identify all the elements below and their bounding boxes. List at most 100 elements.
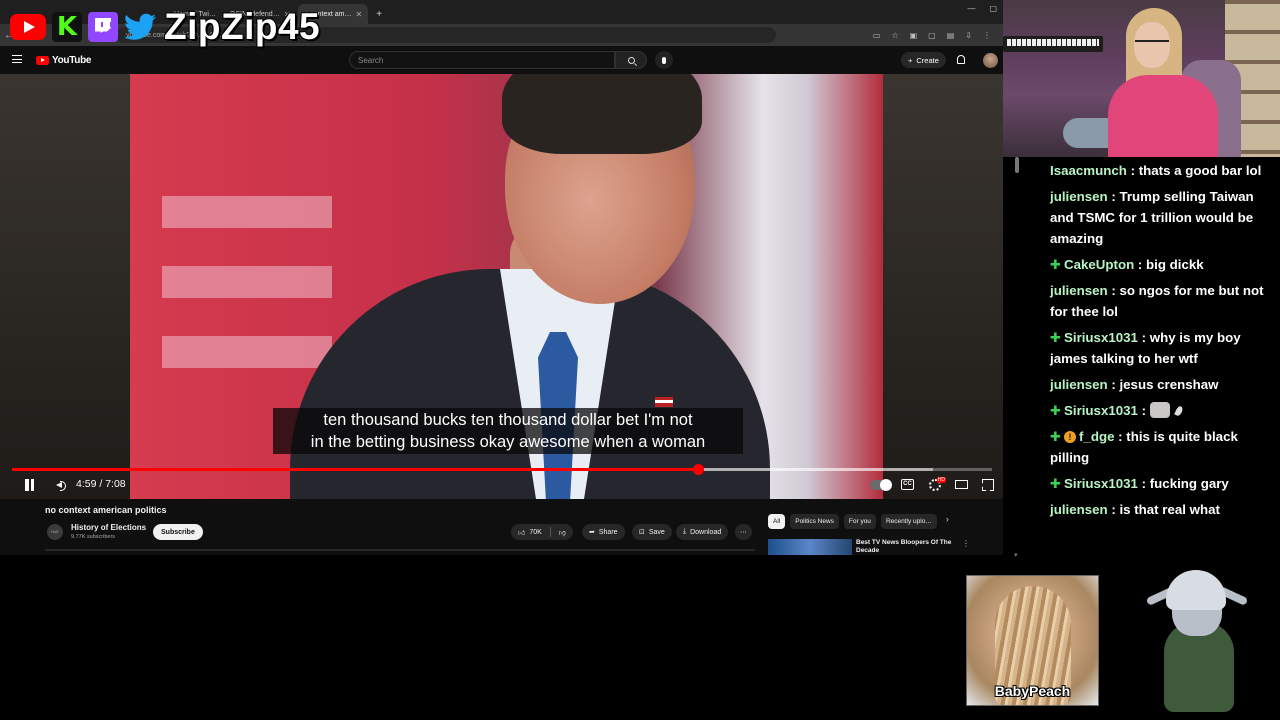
sidebar-icon[interactable]: ▤: [947, 31, 955, 40]
streamer-body: [1108, 75, 1218, 157]
thumbs-down-icon[interactable]: 👎︎: [559, 528, 566, 537]
background-stripe: [162, 266, 332, 298]
chip-for-you[interactable]: For you: [843, 514, 876, 529]
new-tab-button[interactable]: +: [370, 4, 388, 24]
chat-text: :: [1137, 403, 1150, 418]
search-input[interactable]: Search: [349, 51, 615, 69]
chat-username[interactable]: juliensen: [1050, 502, 1108, 517]
subscriber-badge-icon: ✚: [1050, 330, 1061, 345]
subscriber-badge-icon: ✚: [1050, 429, 1061, 444]
channel-avatar[interactable]: HoE: [47, 524, 63, 540]
elf-character-avatar: [1142, 562, 1252, 712]
chat-username[interactable]: Siriusx1031: [1064, 330, 1138, 345]
theater-mode-icon[interactable]: [955, 480, 968, 489]
chat-message: ✚ Siriusx1031 : why is my boy james talki…: [1050, 327, 1275, 369]
chat-message: ✚ CakeUpton : big dickk: [1050, 254, 1275, 275]
notifications-bell-icon[interactable]: [957, 55, 965, 64]
chat-username[interactable]: CakeUpton: [1064, 257, 1134, 272]
chat-message: ✚ Siriusx1031 :: [1050, 400, 1275, 421]
settings-gear-icon[interactable]: HD: [929, 477, 946, 491]
youtube-logo-text: YouTube: [52, 55, 92, 66]
divider: [549, 527, 551, 537]
chip-politics-news[interactable]: Politics News: [790, 514, 839, 529]
recommendation-thumbnail[interactable]: [768, 539, 852, 555]
chat-message: juliensen : is that real what: [1050, 499, 1275, 520]
video-title: no context american politics: [45, 505, 167, 515]
minimize-icon[interactable]: —: [967, 4, 975, 13]
pause-icon[interactable]: [24, 479, 35, 491]
autoplay-toggle[interactable]: [870, 479, 892, 491]
caption-line: in the betting business okay awesome whe…: [310, 433, 706, 451]
chat-username[interactable]: juliensen: [1050, 283, 1108, 298]
progress-bar[interactable]: [12, 464, 992, 475]
recommendation-title[interactable]: Best TV News Bloopers Of The Decade: [856, 539, 956, 555]
search-button[interactable]: [615, 51, 647, 69]
chat-message: ✚ Siriusx1031 : fucking gary: [1050, 473, 1275, 494]
chat-username[interactable]: Siriusx1031: [1064, 403, 1138, 418]
video-player[interactable]: ten thousand bucks ten thousand dollar b…: [0, 74, 1003, 499]
chat-text: : thats a good bar lol: [1126, 163, 1262, 178]
plus-icon: +: [908, 55, 913, 65]
thumbs-up-icon[interactable]: 👍︎: [518, 528, 525, 537]
chat-message: juliensen : jesus crenshaw: [1050, 374, 1275, 395]
youtube-logo[interactable]: YouTube: [36, 55, 92, 66]
leaf-emote-icon: [1173, 405, 1184, 417]
subscriber-badge-icon: ✚: [1050, 257, 1061, 272]
like-dislike-group: 👍︎ 70K 👎︎: [511, 524, 573, 540]
bookmark-star-icon[interactable]: ☆: [891, 31, 898, 40]
caption-line: ten thousand bucks ten thousand dollar b…: [323, 411, 693, 429]
speaker-hair: [502, 74, 702, 154]
download-button[interactable]: ⤓ Download: [676, 524, 729, 540]
save-label: Save: [648, 528, 665, 536]
extension-icon[interactable]: ▢: [928, 31, 936, 40]
caption-box: ten thousand bucks ten thousand dollar b…: [273, 408, 743, 454]
chat-message: Isaacmunch : thats a good bar lol: [1050, 160, 1275, 181]
subscriber-badge-icon: ✚: [1050, 403, 1061, 418]
create-button[interactable]: + Create: [901, 52, 946, 68]
chat-scrollbar[interactable]: [1014, 157, 1020, 559]
extension-icon[interactable]: ▣: [910, 31, 918, 40]
more-vert-icon[interactable]: ⋮: [962, 539, 970, 548]
chip-recently-uploaded[interactable]: Recently uplo…: [880, 514, 937, 529]
subscriber-badge-icon: ✚: [1050, 476, 1061, 491]
share-label: Share: [598, 528, 618, 536]
chat-username[interactable]: juliensen: [1050, 189, 1108, 204]
close-tab-icon[interactable]: ✕: [355, 10, 362, 19]
youtube-logo-icon: [10, 14, 46, 40]
chat-username[interactable]: juliensen: [1050, 377, 1108, 392]
cast-icon[interactable]: ▭: [873, 31, 881, 40]
chat-username[interactable]: f_dge: [1079, 429, 1114, 444]
chat-message: juliensen : so ngos for me but not for t…: [1050, 280, 1275, 322]
microphone-icon: [662, 56, 666, 64]
chip-all[interactable]: All: [768, 514, 786, 529]
fullscreen-icon[interactable]: [982, 479, 994, 491]
captions-icon[interactable]: CC: [901, 479, 914, 490]
hamburger-menu-icon[interactable]: [12, 55, 22, 63]
twitch-logo-icon: [88, 12, 118, 42]
search-icon: [627, 56, 635, 64]
card-name-label: BabyPeach: [994, 683, 1071, 699]
chevron-right-icon[interactable]: ›: [942, 514, 949, 529]
subscribe-button[interactable]: Subscribe: [153, 524, 203, 540]
chat-username[interactable]: Isaacmunch: [1050, 163, 1127, 178]
cat-emote-icon: [1149, 402, 1170, 418]
background-stripe: [162, 336, 332, 368]
keyboard-shape: [1003, 36, 1103, 52]
like-count[interactable]: 70K: [529, 529, 541, 536]
save-button[interactable]: ⊡ Save: [632, 524, 672, 540]
channel-name[interactable]: History of Elections: [71, 523, 146, 532]
menu-dots-icon[interactable]: ⋮: [983, 31, 991, 40]
account-avatar[interactable]: [983, 53, 998, 68]
webcam-feed: [1003, 0, 1280, 157]
more-actions-button[interactable]: ⋯: [735, 524, 752, 540]
voice-search-button[interactable]: [655, 51, 673, 69]
player-controls: 4:59 / 7:08 CC HD: [0, 474, 1003, 496]
chat-text: : fucking gary: [1137, 476, 1229, 491]
chat-username[interactable]: Siriusx1031: [1064, 476, 1138, 491]
glasses-shape: [1135, 40, 1169, 48]
share-button[interactable]: ➦ Share: [582, 524, 625, 540]
maximize-icon[interactable]: ▢: [989, 4, 997, 13]
volume-icon[interactable]: [53, 479, 66, 491]
description-edge: [45, 549, 755, 551]
download-icon[interactable]: ⇩: [965, 31, 972, 40]
